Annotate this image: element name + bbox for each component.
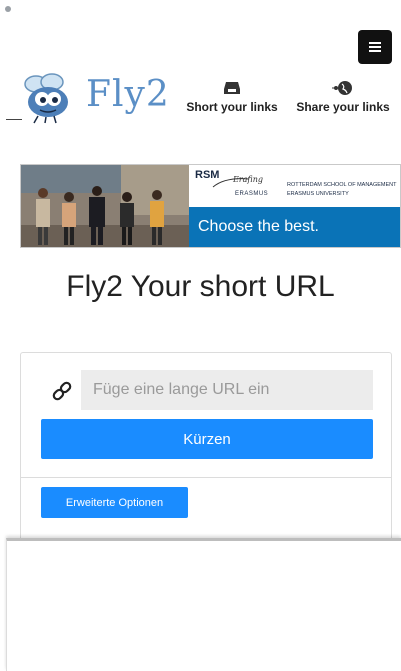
nav-share-links-label: Share your links [296,100,390,114]
logo[interactable]: Fly2 [20,72,180,124]
shorten-button[interactable]: Kürzen [41,419,373,459]
link-icon [52,381,72,401]
fly-mascot-icon [24,73,68,124]
bottom-overlay-panel [6,538,401,671]
site-header: Fly2 Short your links Share your links [0,68,401,128]
banner-logo-area: RSM Erafing ERASMUS ROTTERDAM SCHOOL OF … [189,165,400,207]
logo-text: Fly2 [86,74,170,115]
banner-tagline: Choose the best. [189,207,400,247]
nav-share-links[interactable]: Share your links [289,80,397,114]
page-title: Fly2 Your short URL [66,270,335,303]
advanced-options-button[interactable]: Erweiterte Optionen [41,487,188,518]
card-divider [21,477,391,478]
hamburger-icon [369,42,381,44]
ad-banner[interactable]: RSM Erafing ERASMUS ROTTERDAM SCHOOL OF … [20,164,401,248]
nav-short-links[interactable]: Short your links [180,80,284,114]
page: Fly2 Short your links Share your links R… [0,0,401,671]
nav-short-links-label: Short your links [186,100,278,114]
banner-school-line1: ROTTERDAM SCHOOL OF MANAGEMENT [287,182,397,188]
divider [6,119,22,120]
share-globe-icon [332,81,352,95]
menu-button[interactable] [358,30,392,64]
students-photo [21,165,189,247]
status-dot [5,6,11,12]
scissors-box-icon [224,82,240,94]
shorten-form-card: Kürzen Erweiterte Optionen [20,352,392,544]
banner-erasmus: ERASMUS [235,191,269,197]
banner-school-line2: ERASMUS UNIVERSITY [287,191,349,197]
url-input[interactable] [81,370,373,410]
banner-script: Erafing [233,175,264,184]
